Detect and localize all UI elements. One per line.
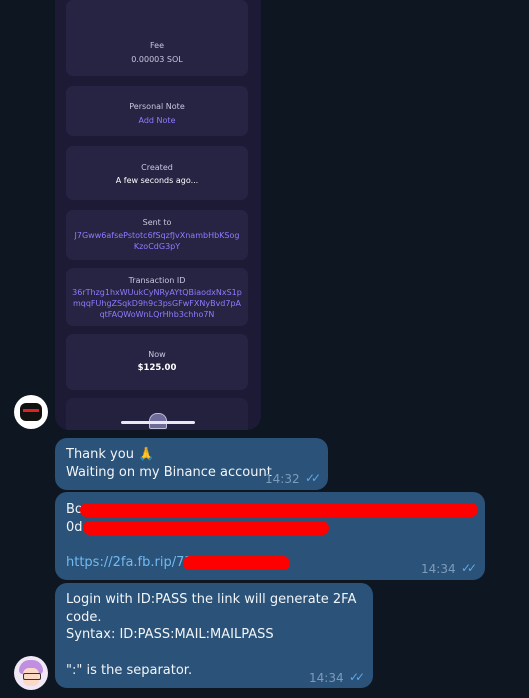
- redaction-bar: [83, 521, 329, 535]
- sent-to-label: Sent to: [142, 218, 172, 227]
- note-label: Personal Note: [129, 102, 185, 111]
- read-check-icon: ✓✓: [461, 561, 477, 575]
- message-line: Waiting on my Binance account: [66, 465, 272, 480]
- transaction-id[interactable]: 36rThzg1hxWUukCyNRyAYtQBiaodxNxS1pmqqFUh…: [66, 287, 248, 320]
- eyes-icon: [23, 409, 39, 412]
- message-bubble[interactable]: Thank you 🙏 Waiting on my Binance accoun…: [55, 438, 328, 490]
- transaction-screenshot[interactable]: Fee 0.00003 SOL Personal Note Add Note C…: [55, 0, 261, 430]
- now-label: Now: [148, 350, 166, 359]
- read-check-icon: ✓✓: [349, 670, 365, 684]
- message-link[interactable]: https://2fa.fb.rip/7R: [66, 554, 193, 572]
- sent-to-card: Sent to J7Gww6afsePstotc6fSqzfJvXnambHbK…: [66, 210, 248, 260]
- redaction-bar: [80, 503, 478, 517]
- message-line: ":" is the separator.: [66, 663, 193, 678]
- message-line: Login with ID:PASS the link will generat…: [66, 592, 357, 625]
- fee-card: Fee 0.00003 SOL: [66, 0, 248, 76]
- user-avatar[interactable]: [14, 656, 48, 690]
- message-bubble[interactable]: Login with ID:PASS the link will generat…: [55, 583, 373, 688]
- note-card: Personal Note Add Note: [66, 86, 248, 136]
- add-note-link[interactable]: Add Note: [66, 115, 248, 126]
- created-card: Created A few seconds ago...: [66, 146, 248, 200]
- now-card: Now $125.00: [66, 334, 248, 390]
- message-time: 14:32: [265, 472, 300, 486]
- message-time: 14:34: [421, 562, 456, 576]
- mask-icon: [20, 403, 42, 421]
- redaction-bar: [183, 556, 290, 570]
- fee-value: 0.00003 SOL: [131, 55, 183, 64]
- glasses-icon: [23, 673, 41, 680]
- message-line: Thank you 🙏: [66, 447, 155, 462]
- fee-label: Fee: [149, 41, 164, 50]
- message-line: Syntax: ID:PASS:MAIL:MAILPASS: [66, 627, 274, 642]
- sender-avatar[interactable]: [14, 395, 48, 429]
- created-label: Created: [141, 163, 173, 172]
- message-time: 14:34: [309, 671, 344, 685]
- read-check-icon: ✓✓: [305, 471, 321, 485]
- transaction-card: Transaction ID 36rThzg1hxWUukCyNRyAYtQBi…: [66, 268, 248, 326]
- created-value: A few seconds ago...: [115, 176, 199, 185]
- home-indicator: [121, 421, 195, 424]
- message-line: 0d: [66, 520, 83, 535]
- sent-to-address[interactable]: J7Gww6afsePstotc6fSqzfJvXnambHbKSogKzoCd…: [66, 230, 248, 252]
- now-value: $125.00: [137, 363, 177, 373]
- transaction-label: Transaction ID: [128, 276, 186, 285]
